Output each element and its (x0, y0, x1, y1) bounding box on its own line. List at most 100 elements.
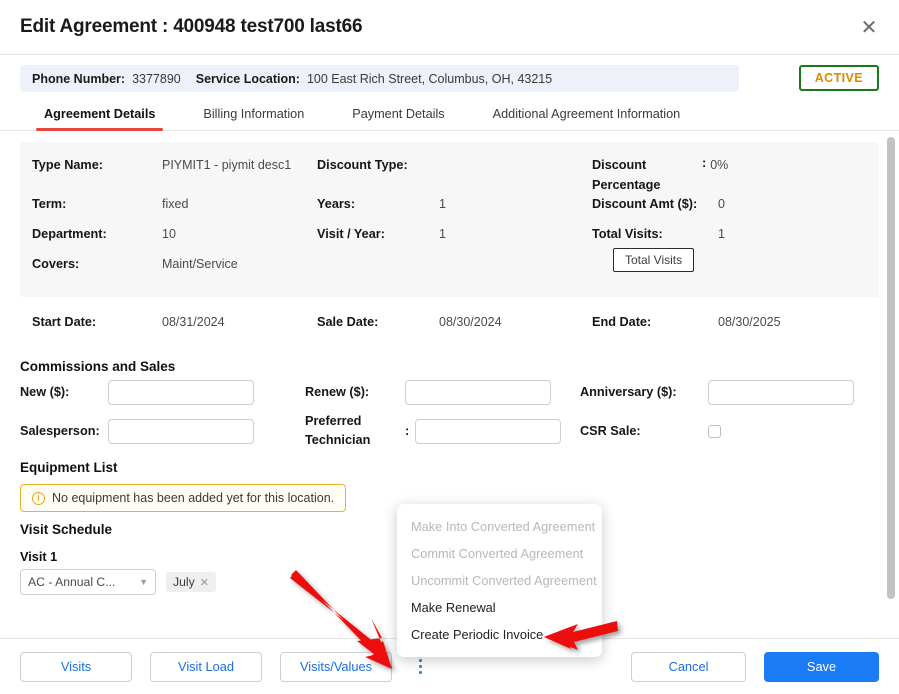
anniversary-amount-label: Anniversary ($): (580, 385, 677, 400)
equipment-empty-alert: i No equipment has been added yet for th… (20, 484, 347, 513)
new-amount-input[interactable] (108, 380, 254, 406)
field-salesperson: Salesperson: (20, 412, 305, 450)
covers-label: Covers: (32, 257, 80, 272)
field-covers: Covers: Maint/Service (32, 255, 317, 285)
visit-per-year-value: 1 (439, 227, 446, 242)
field-years: Years: 1 (317, 195, 592, 225)
term-value: fixed (162, 197, 189, 212)
field-renew-amount: Renew ($): (305, 380, 580, 406)
close-icon[interactable]: ✕ (857, 17, 881, 41)
end-date-label: End Date: (592, 315, 652, 330)
years-label: Years: (317, 197, 356, 212)
visits-values-button[interactable]: Visits/Values (280, 651, 392, 682)
preferred-technician-colon: : (405, 424, 410, 439)
service-location-label: Service Location: (195, 71, 300, 86)
status-badge: ACTIVE (798, 65, 879, 91)
menu-item-make-renewal[interactable]: Make Renewal (397, 594, 602, 621)
tab-agreement-details[interactable]: Agreement Details (20, 98, 179, 131)
tab-payment-details[interactable]: Payment Details (328, 98, 468, 130)
field-anniversary-amount: Anniversary ($): (580, 380, 879, 406)
visit-type-selected-value: AC - Annual C... (28, 575, 116, 590)
total-visits-tooltip: Total Visits (613, 248, 695, 272)
new-amount-label: New ($): (20, 385, 70, 400)
tab-bar: Agreement Details Billing Information Pa… (0, 98, 899, 131)
field-discount-amount: Discount Amt ($): 0 (592, 195, 867, 225)
csr-sale-checkbox[interactable] (708, 424, 721, 438)
tab-billing-information[interactable]: Billing Information (179, 98, 328, 130)
type-name-value: PIYMIT1 - piymit desc1 (162, 158, 292, 172)
customer-info-bar: Phone Number: 3377890 Service Location: … (20, 65, 739, 92)
chevron-down-icon: ▼ (139, 577, 148, 588)
info-bar-wrap: Phone Number: 3377890 Service Location: … (0, 55, 899, 92)
discount-percentage-colon: : (702, 156, 707, 170)
cancel-button[interactable]: Cancel (631, 651, 746, 682)
salesperson-input[interactable] (108, 418, 254, 444)
discount-percentage-label: Discount Percentage (592, 158, 661, 192)
visit-month-chip-label: July (173, 575, 195, 590)
sale-date-label: Sale Date: (317, 315, 379, 330)
end-date-value: 08/30/2025 (718, 315, 781, 330)
field-discount-type: Discount Type: (317, 156, 592, 195)
phone-number-label: Phone Number: (32, 71, 126, 86)
visit-type-select[interactable]: AC - Annual C... ▼ (20, 569, 156, 596)
field-department: Department: 10 (32, 225, 317, 255)
equipment-heading: Equipment List (20, 460, 118, 476)
preferred-technician-label: Preferred Technician (305, 414, 371, 448)
department-label: Department: (32, 227, 107, 242)
field-csr-sale: CSR Sale: (580, 412, 879, 450)
csr-sale-label: CSR Sale: (580, 423, 641, 438)
agreement-detail-panel: Type Name: PIYMIT1 - piymit desc1 Discou… (20, 142, 879, 298)
field-discount-percentage: Discount Percentage : 0% (592, 156, 867, 195)
field-start-date: Start Date: 08/31/2024 (32, 313, 317, 343)
renew-amount-input[interactable] (405, 380, 551, 406)
agreement-actions-menu: Make Into Converted Agreement Commit Con… (397, 504, 602, 657)
dates-row: Start Date: 08/31/2024 Sale Date: 08/30/… (20, 297, 879, 349)
page-title: Edit Agreement : 400948 test700 last66 (20, 16, 363, 37)
field-end-date: End Date: 08/30/2025 (592, 313, 867, 343)
sale-date-value: 08/30/2024 (439, 315, 502, 330)
discount-percentage-value: 0% (710, 158, 729, 172)
discount-amount-label: Discount Amt ($): (592, 197, 698, 212)
save-button[interactable]: Save (764, 651, 879, 682)
info-circle-icon: i (32, 491, 45, 505)
dialog-titlebar: Edit Agreement : 400948 test700 last66 (0, 0, 899, 55)
start-date-value: 08/31/2024 (162, 315, 225, 330)
term-label: Term: (32, 197, 67, 212)
phone-number-value: 3377890 (132, 71, 181, 86)
anniversary-amount-input[interactable] (708, 380, 854, 406)
field-visit-per-year: Visit / Year: 1 (317, 225, 592, 255)
visit-load-button[interactable]: Visit Load (150, 651, 262, 682)
vertical-scrollbar[interactable] (887, 137, 895, 619)
edit-agreement-dialog: Edit Agreement : 400948 test700 last66 ✕… (0, 0, 899, 694)
menu-item-make-into-converted-agreement: Make Into Converted Agreement (411, 519, 596, 534)
field-preferred-technician: Preferred Technician : (305, 412, 580, 450)
close-small-icon[interactable]: ✕ (200, 576, 209, 589)
tab-additional-agreement-information[interactable]: Additional Agreement Information (469, 98, 705, 130)
preferred-technician-input[interactable] (415, 418, 562, 444)
salesperson-label: Salesperson: (20, 423, 100, 438)
menu-item-uncommit-converted-agreement: Uncommit Converted Agreement (411, 573, 597, 588)
commissions-heading: Commissions and Sales (20, 359, 176, 375)
total-visits-value: 1 (718, 227, 725, 242)
kebab-menu-icon[interactable] (410, 659, 430, 674)
years-value: 1 (439, 197, 446, 212)
discount-amount-value: 0 (718, 197, 725, 212)
menu-item-commit-converted-agreement: Commit Converted Agreement (411, 546, 584, 561)
service-location-value: 100 East Rich Street, Columbus, OH, 4321… (306, 71, 553, 86)
commissions-grid: New ($): Renew ($): Anniversary ($): Sal… (20, 380, 879, 450)
renew-amount-label: Renew ($): (305, 385, 370, 400)
field-type-name: Type Name: PIYMIT1 - piymit desc1 (32, 156, 317, 195)
spacer-cell-a (317, 255, 592, 285)
field-term: Term: fixed (32, 195, 317, 225)
start-date-label: Start Date: (32, 315, 97, 330)
field-new-amount: New ($): (20, 380, 305, 406)
menu-item-create-periodic-invoice[interactable]: Create Periodic Invoice (397, 621, 602, 648)
scrollbar-thumb[interactable] (887, 137, 895, 599)
visit-month-chip[interactable]: July ✕ (166, 572, 216, 593)
covers-value: Maint/Service (162, 257, 238, 272)
field-sale-date: Sale Date: 08/30/2024 (317, 313, 592, 343)
discount-type-label: Discount Type: (317, 158, 408, 172)
visits-button[interactable]: Visits (20, 651, 132, 682)
total-visits-label: Total Visits: (592, 227, 663, 242)
type-name-label: Type Name: (32, 158, 103, 172)
